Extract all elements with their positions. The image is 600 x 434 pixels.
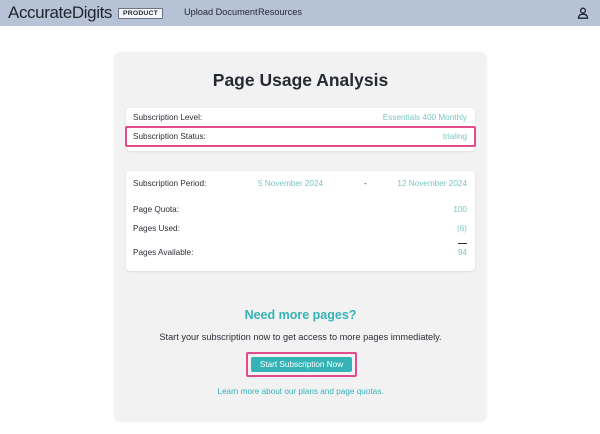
cta-title: Need more pages? — [244, 308, 357, 322]
page-usage-card: Page Usage Analysis Subscription Level: … — [115, 52, 486, 420]
pages-available-row: Pages Available: 94 — [126, 244, 475, 262]
subscription-period-separator: - — [364, 179, 367, 188]
nav-upload-document[interactable]: Upload Document — [184, 7, 258, 17]
subscription-level-row: Subscription Level: Essentials 400 Month… — [126, 109, 475, 127]
cta-button-highlight: Start Subscription Now — [246, 352, 357, 377]
brand[interactable]: AccurateDigits PRODUCT — [8, 3, 164, 23]
subscription-period-start: 5 November 2024 — [258, 179, 324, 188]
pages-used-row: Pages Used: (6) — [126, 220, 475, 238]
subscription-status-highlight — [125, 126, 476, 147]
page-title: Page Usage Analysis — [212, 70, 389, 90]
page-quota-value: 100 — [453, 205, 467, 214]
subscription-level-value: Essentials 400 Monthly — [382, 113, 467, 122]
subscription-period-end: 12 November 2024 — [397, 179, 467, 188]
pages-used-label: Pages Used: — [133, 224, 180, 233]
page-quota-label: Page Quota: — [133, 205, 179, 214]
top-nav-bar: AccurateDigits PRODUCT Upload Document R… — [0, 0, 600, 26]
product-badge: PRODUCT — [118, 7, 164, 19]
pages-available-label: Pages Available: — [133, 248, 194, 257]
user-icon[interactable] — [577, 7, 589, 19]
start-subscription-button[interactable]: Start Subscription Now — [251, 357, 352, 372]
usage-panel: Subscription Period: 5 November 2024 - 1… — [126, 171, 475, 271]
pages-available-value: 94 — [457, 248, 467, 257]
plans-info-link[interactable]: Learn more about our plans and page quot… — [115, 387, 486, 396]
subscription-level-label: Subscription Level: — [133, 113, 203, 122]
page-quota-row: Page Quota: 100 — [126, 201, 475, 219]
pages-used-value: (6) — [456, 224, 467, 233]
subscription-period-label: Subscription Period: — [133, 179, 207, 188]
nav-resources[interactable]: Resources — [258, 7, 302, 17]
brand-logo[interactable]: AccurateDigits — [8, 3, 112, 23]
cta-text: Start your subscription now to get acces… — [159, 332, 442, 342]
